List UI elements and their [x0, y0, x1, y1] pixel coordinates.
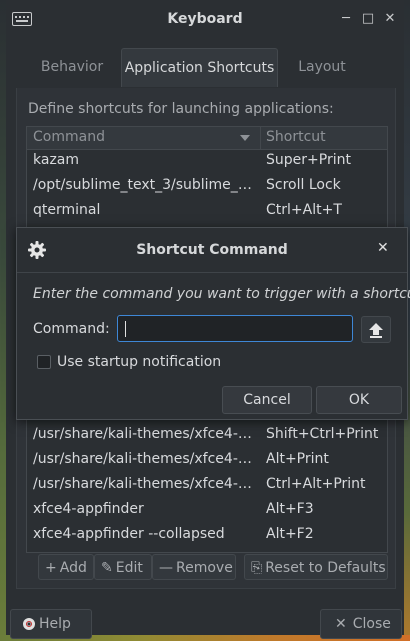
- close-window-button[interactable]: ✕: [381, 10, 399, 28]
- dialog-close-button[interactable]: ✕: [377, 240, 389, 256]
- shortcut-command-dialog: Shortcut Command ✕ Enter the command you…: [16, 227, 410, 420]
- command-label: Command:: [33, 321, 110, 337]
- help-lifebuoy-icon: [23, 618, 35, 630]
- title-bar[interactable]: Keyboard ─ □ ✕: [6, 0, 404, 40]
- command-cell: qterminal: [33, 202, 101, 218]
- shortcuts-description: Define shortcuts for launching applicati…: [28, 101, 334, 117]
- pencil-icon: ✎: [101, 560, 113, 576]
- plus-icon: +: [45, 560, 57, 576]
- ok-button[interactable]: OK: [316, 386, 402, 414]
- minus-icon: —: [159, 560, 173, 576]
- command-cell: xfce4-appfinder --collapsed: [33, 526, 225, 542]
- tab-layout[interactable]: Layout: [282, 48, 362, 86]
- cancel-button[interactable]: Cancel: [222, 386, 312, 414]
- column-header-shortcut[interactable]: Shortcut: [266, 129, 326, 145]
- tab-bar: Behavior Application Shortcuts Layout: [16, 48, 394, 89]
- close-button[interactable]: ✕ Close: [320, 609, 402, 639]
- column-header-command[interactable]: Command: [33, 129, 105, 145]
- tab-application-shortcuts[interactable]: Application Shortcuts: [121, 48, 278, 87]
- tab-behavior[interactable]: Behavior: [24, 48, 120, 86]
- command-cell: /opt/sublime_text_3/sublime_text: [33, 177, 257, 193]
- document-revert-icon: ⎘: [251, 560, 263, 576]
- browse-command-button[interactable]: [361, 316, 391, 343]
- dialog-separator: [17, 272, 407, 273]
- add-label: Add: [59, 560, 87, 576]
- shortcut-cell: Alt+F3: [266, 501, 314, 517]
- table-row[interactable]: /usr/share/kali-themes/xfce4-screenshoot…: [27, 423, 387, 448]
- command-cell: xfce4-appfinder: [33, 501, 144, 517]
- close-label: Close: [352, 616, 391, 632]
- table-row[interactable]: xfce4-appfinder --collapsed Alt+F2: [27, 523, 387, 548]
- startup-notification-checkbox[interactable]: [37, 355, 51, 369]
- startup-notification-label[interactable]: Use startup notification: [57, 354, 221, 370]
- dialog-instruction: Enter the command you want to trigger wi…: [33, 286, 410, 302]
- command-cell: /usr/share/kali-themes/xfce4-screenshoot…: [33, 426, 257, 442]
- table-row[interactable]: /usr/share/kali-themes/xfce4-screenshoot…: [27, 473, 387, 498]
- shortcut-cell: Alt+F2: [266, 526, 314, 542]
- remove-button[interactable]: — Remove: [152, 554, 236, 580]
- remove-label: Remove: [176, 560, 233, 576]
- help-button[interactable]: Help: [10, 609, 92, 639]
- table-row[interactable]: kazam Super+Print: [27, 149, 387, 174]
- shortcut-cell: Super+Print: [266, 152, 351, 168]
- close-icon: ✕: [335, 616, 347, 632]
- table-row[interactable]: qterminal Ctrl+Alt+T: [27, 199, 387, 224]
- edit-button[interactable]: ✎ Edit: [94, 554, 152, 580]
- reset-to-defaults-button[interactable]: ⎘ Reset to Defaults: [244, 554, 388, 580]
- table-row[interactable]: xfce4-appfinder Alt+F3: [27, 498, 387, 523]
- upload-icon: [369, 323, 383, 338]
- table-row[interactable]: /opt/sublime_text_3/sublime_text Scroll …: [27, 174, 387, 199]
- edit-label: Edit: [115, 560, 143, 576]
- command-input[interactable]: [117, 315, 353, 342]
- shortcut-cell: Shift+Ctrl+Print: [266, 426, 379, 442]
- help-label: Help: [39, 616, 71, 632]
- minimize-button[interactable]: ─: [337, 10, 355, 28]
- table-row[interactable]: /usr/share/kali-themes/xfce4-screenshoot…: [27, 448, 387, 473]
- command-cell: /usr/share/kali-themes/xfce4-screenshoot…: [33, 451, 257, 467]
- shortcut-cell: Ctrl+Alt+T: [266, 202, 342, 218]
- sort-descending-icon: [240, 135, 250, 141]
- text-cursor: [125, 321, 126, 337]
- add-button[interactable]: + Add: [38, 554, 94, 580]
- command-cell: kazam: [33, 152, 80, 168]
- dialog-title: Shortcut Command: [136, 242, 288, 258]
- shortcut-cell: Scroll Lock: [266, 177, 341, 193]
- command-cell: /usr/share/kali-themes/xfce4-screenshoot…: [33, 476, 257, 492]
- reset-label: Reset to Defaults: [265, 560, 386, 576]
- shortcut-cell: Alt+Print: [266, 451, 329, 467]
- shortcut-cell: Ctrl+Alt+Print: [266, 476, 366, 492]
- table-header: Command Shortcut: [27, 127, 387, 150]
- column-divider: [260, 127, 261, 149]
- maximize-button[interactable]: □: [359, 10, 377, 28]
